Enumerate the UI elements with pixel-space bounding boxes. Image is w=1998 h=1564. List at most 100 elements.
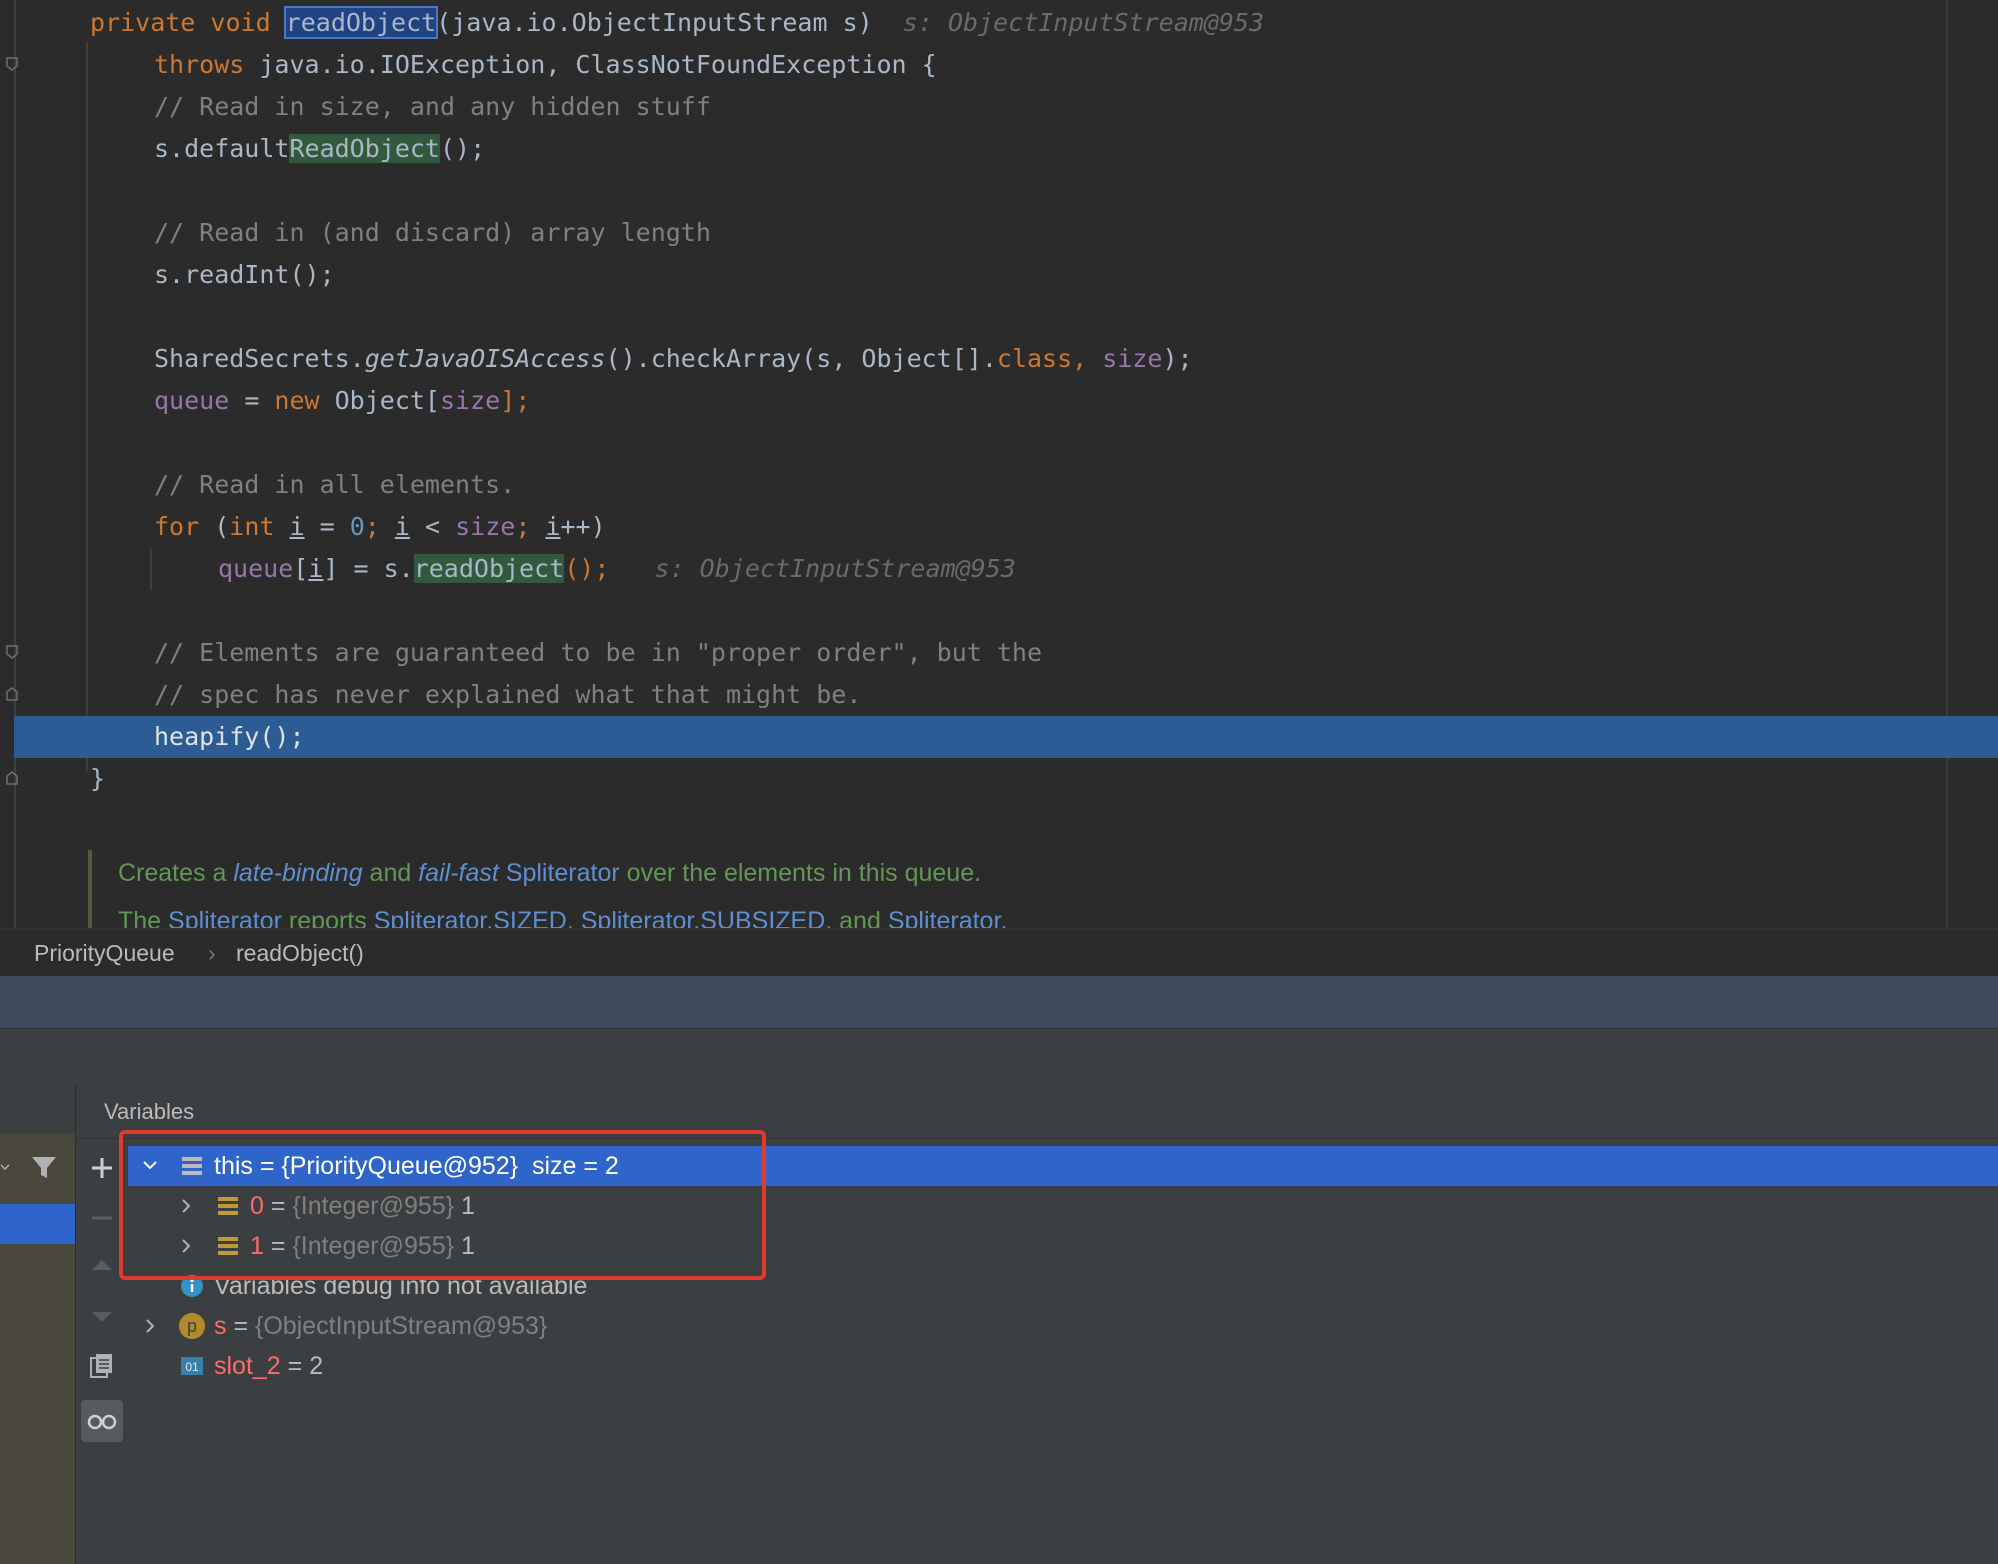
selected-frame[interactable] <box>0 1204 76 1244</box>
keyword: new <box>274 386 320 415</box>
local-var-icon: 01 <box>181 1357 203 1375</box>
rendered-doc-line: Creates a late-binding and fail-fast Spl… <box>118 852 981 894</box>
execution-point-highlight <box>14 716 1998 758</box>
right-margin-guide <box>1946 0 1948 928</box>
code-text: ++) <box>560 512 606 541</box>
add-icon[interactable] <box>88 1154 116 1182</box>
variable-eq: = <box>280 1352 310 1380</box>
field-ref: queue <box>218 554 294 583</box>
filter-icon[interactable] <box>30 1154 58 1182</box>
variable-name: s <box>214 1312 227 1340</box>
code-text: ( <box>199 512 230 541</box>
breadcrumb: PriorityQueue › readObject() <box>0 928 1998 977</box>
frames-panel <box>0 1084 76 1564</box>
loop-var: i <box>308 554 324 583</box>
doc-link[interactable]: Spliterator <box>168 907 282 928</box>
keyword: private void <box>90 8 286 37</box>
breadcrumb-method[interactable]: readObject() <box>236 929 364 977</box>
field-ref: size <box>1102 344 1163 373</box>
usage-highlight: readObject <box>413 554 565 583</box>
variable-row[interactable]: 01 slot_2 = 2 <box>128 1346 1998 1386</box>
code-comment: // Read in (and discard) array length <box>154 218 711 247</box>
keyword: for <box>154 512 200 541</box>
doc-text: , and <box>825 907 888 928</box>
params: (java.io.ObjectInputStream s) <box>436 8 873 37</box>
doc-link[interactable]: fail-fast <box>418 859 499 887</box>
number-literal: 0 <box>349 512 365 541</box>
fold-marker-icon[interactable] <box>4 644 20 660</box>
doc-text <box>499 859 506 887</box>
svg-text:01: 01 <box>185 1360 199 1374</box>
breadcrumb-class[interactable]: PriorityQueue <box>34 929 175 977</box>
move-down-icon[interactable] <box>88 1302 116 1330</box>
static-method: getJavaOISAccess <box>364 344 606 373</box>
field-ref: queue <box>154 386 230 415</box>
doc-link[interactable]: late-binding <box>233 859 362 887</box>
doc-link[interactable]: Spliterator <box>506 859 620 887</box>
debug-toolbar <box>0 1028 1998 1085</box>
code-editor[interactable]: private void readObject(java.io.ObjectIn… <box>0 0 1998 928</box>
debug-tool-window-header <box>0 976 1998 1028</box>
fold-marker-icon[interactable] <box>4 56 20 72</box>
doc-text: and <box>362 859 419 887</box>
loop-var: i <box>545 512 561 541</box>
code-text: (); <box>439 134 486 163</box>
usage-highlight: ReadObject <box>289 134 440 163</box>
fold-marker-icon[interactable] <box>4 770 20 786</box>
doc-text: over the elements in this queue. <box>619 859 982 887</box>
parameter-icon: p <box>179 1313 205 1339</box>
fold-marker-icon[interactable] <box>4 686 20 702</box>
code-text: s.default <box>154 134 290 163</box>
breadcrumb-separator: › <box>208 940 216 966</box>
code-line: s.defaultReadObject(); <box>154 128 485 170</box>
svg-text:p: p <box>187 1316 197 1336</box>
inline-debug-hint: s: ObjectInputStream@953 <box>654 554 1016 583</box>
copy-icon[interactable] <box>88 1352 116 1380</box>
doc-text: reports <box>281 907 374 928</box>
indent-guide <box>150 548 152 590</box>
method-name[interactable]: readObject <box>283 6 439 39</box>
current-execution-line: heapify(); <box>154 722 305 751</box>
doc-link[interactable]: Spliterator.SUBSIZED <box>581 907 826 928</box>
rendered-doc-line: The Spliterator reports Spliterator.SIZE… <box>118 900 1007 928</box>
code-line: SharedSecrets.getJavaOISAccess().checkAr… <box>154 338 1193 380</box>
doc-text: The <box>118 907 169 928</box>
chevron-down-icon[interactable] <box>0 1162 10 1172</box>
code-text: (); <box>564 554 610 583</box>
annotation-highlight-box <box>119 1130 766 1280</box>
code-comment: // Read in size, and any hidden stuff <box>154 92 711 121</box>
remove-icon[interactable] <box>88 1204 116 1232</box>
inline-debug-hint: s: ObjectInputStream@953 <box>902 8 1265 37</box>
code-text: = <box>229 386 275 415</box>
code-line: for (int i = 0; i < size; i++) <box>154 506 606 548</box>
code-text: ] = s. <box>323 554 414 583</box>
code-text: ]; <box>500 386 531 415</box>
code-text: < <box>409 512 456 541</box>
code-text: Object[ <box>319 386 440 415</box>
code-line: s.readInt(); <box>154 260 335 289</box>
doc-link[interactable]: Spliterator. <box>888 907 1008 928</box>
watches-toggle[interactable] <box>81 1400 123 1442</box>
code-text: = <box>304 512 350 541</box>
chevron-right-icon[interactable] <box>140 1306 160 1346</box>
code-line: private void readObject(java.io.ObjectIn… <box>90 2 1264 44</box>
doc-link[interactable]: Spliterator.SIZED <box>374 907 567 928</box>
indent-guide <box>86 42 88 772</box>
code-line: queue[i] = s.readObject(); s: ObjectInpu… <box>218 548 1016 590</box>
field-ref: size <box>455 512 516 541</box>
move-up-icon[interactable] <box>88 1252 116 1280</box>
keyword: int <box>229 512 275 541</box>
code-line: heapify(); <box>154 716 305 758</box>
code-text: java.io.IOException, ClassNotFoundExcept… <box>259 50 937 79</box>
variable-value: 2 <box>309 1352 324 1380</box>
keyword: throws <box>154 50 260 79</box>
frames-list[interactable] <box>0 1134 76 1564</box>
gutter <box>14 0 16 928</box>
code-comment: // Read in all elements. <box>154 470 516 499</box>
variable-row[interactable]: p s = {ObjectInputStream@953} <box>128 1306 1998 1346</box>
field-ref: size <box>440 386 501 415</box>
code-comment: // Elements are guaranteed to be in "pro… <box>154 638 1043 667</box>
code-text: ().checkArray(s, Object[]. <box>605 344 997 373</box>
variable-name: slot_2 <box>214 1352 281 1380</box>
glasses-icon <box>87 1414 117 1430</box>
